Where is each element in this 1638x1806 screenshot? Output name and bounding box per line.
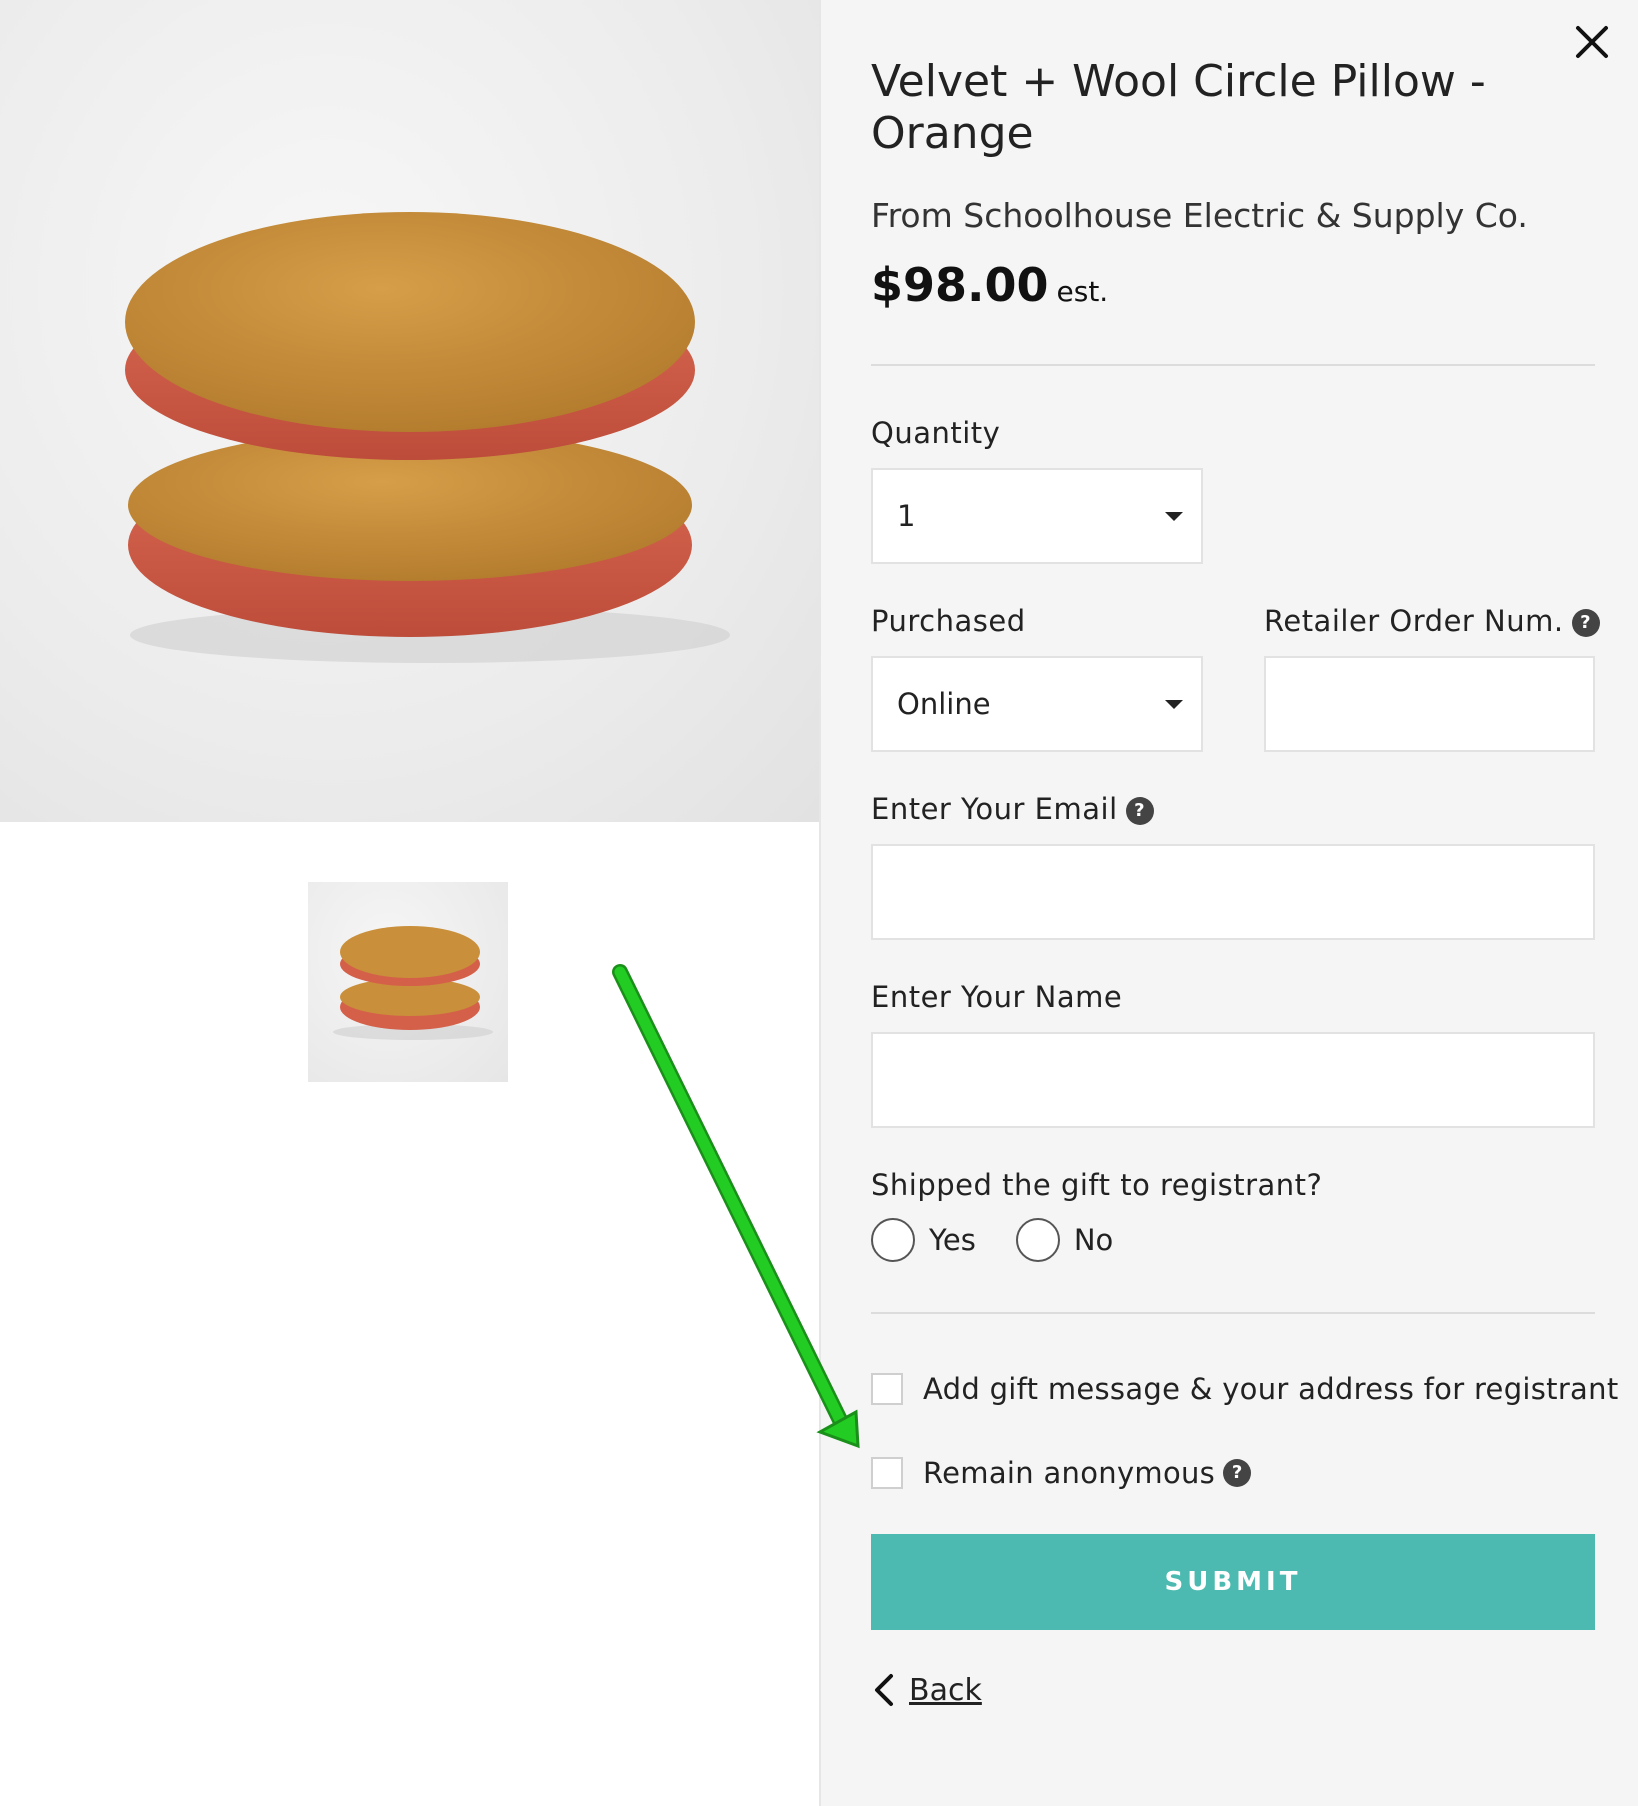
product-price: $98.00 est. xyxy=(871,258,1108,312)
order-num-label-row: Retailer Order Num.? xyxy=(1264,604,1600,638)
submit-button[interactable]: SUBMIT xyxy=(871,1534,1595,1630)
shipped-no-radio[interactable] xyxy=(1015,1218,1060,1262)
gift-message-label: Add gift message & your address for regi… xyxy=(923,1372,1619,1406)
caret-down-icon xyxy=(1165,700,1183,709)
product-main-image xyxy=(0,0,819,822)
product-thumbnail[interactable] xyxy=(308,882,508,1082)
retailer-name: From Schoolhouse Electric & Supply Co. xyxy=(871,196,1528,235)
email-label-row: Enter Your Email? xyxy=(871,792,1154,826)
help-icon[interactable]: ? xyxy=(1125,797,1154,825)
email-input[interactable] xyxy=(871,844,1595,940)
quantity-label: Quantity xyxy=(871,416,1001,450)
shipped-radio-group: Yes No xyxy=(871,1218,1153,1262)
product-title: Velvet + Wool Circle Pillow - Orange xyxy=(871,56,1486,159)
email-label: Enter Your Email xyxy=(871,792,1118,826)
order-num-input[interactable] xyxy=(1264,656,1595,752)
anonymous-label: Remain anonymous xyxy=(923,1456,1216,1490)
shipped-yes-label: Yes xyxy=(929,1223,976,1257)
shipped-no-label: No xyxy=(1073,1223,1114,1257)
shipped-yes-radio[interactable] xyxy=(871,1218,915,1262)
quantity-select[interactable]: 1 xyxy=(871,468,1203,564)
back-link[interactable]: Back xyxy=(871,1672,982,1708)
name-label: Enter Your Name xyxy=(871,980,1123,1014)
chevron-left-icon xyxy=(875,1674,893,1706)
close-icon[interactable] xyxy=(1570,20,1614,64)
anonymous-option: Remain anonymous? xyxy=(871,1456,1252,1490)
anonymous-checkbox[interactable] xyxy=(871,1457,903,1489)
gift-message-checkbox[interactable] xyxy=(871,1373,903,1405)
caret-down-icon xyxy=(1165,512,1183,521)
product-gallery xyxy=(0,0,819,1806)
help-icon[interactable]: ? xyxy=(1571,609,1600,637)
purchased-select[interactable]: Online xyxy=(871,656,1203,752)
shipped-question: Shipped the gift to registrant? xyxy=(871,1168,1323,1202)
back-label: Back xyxy=(909,1672,982,1708)
price-amount: $98.00 xyxy=(871,258,1049,312)
help-icon[interactable]: ? xyxy=(1223,1459,1252,1487)
divider xyxy=(871,1312,1595,1314)
order-num-label: Retailer Order Num. xyxy=(1264,604,1564,638)
price-suffix: est. xyxy=(1056,275,1109,308)
name-input[interactable] xyxy=(871,1032,1595,1128)
purchase-form-panel: Velvet + Wool Circle Pillow - Orange Fro… xyxy=(819,0,1638,1806)
quantity-value: 1 xyxy=(897,499,916,533)
purchased-label: Purchased xyxy=(871,604,1026,638)
purchased-value: Online xyxy=(897,687,991,721)
divider xyxy=(871,364,1595,366)
gift-message-option: Add gift message & your address for regi… xyxy=(871,1372,1618,1406)
